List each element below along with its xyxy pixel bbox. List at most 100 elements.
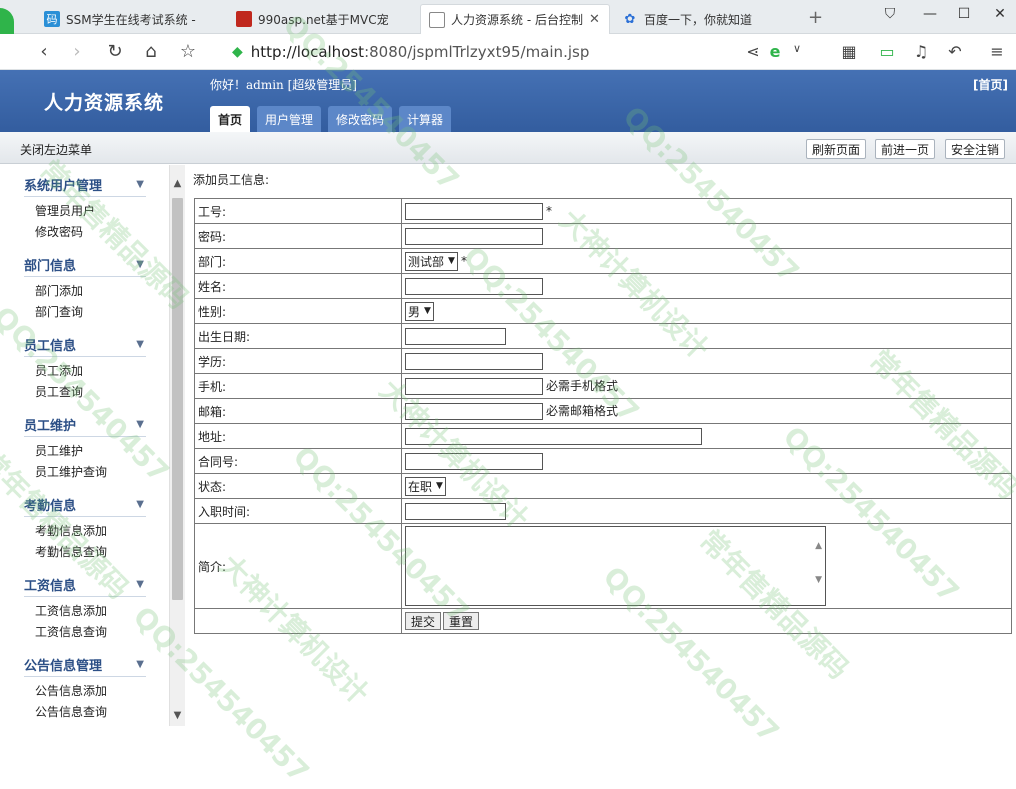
nav-tab-calculator[interactable]: 计算器 <box>399 106 452 132</box>
submit-button[interactable]: 提交 <box>405 612 442 630</box>
email-input[interactable] <box>405 403 543 420</box>
menu-item-employee-query[interactable]: 员工查询 <box>35 382 146 403</box>
apps-grid-icon[interactable]: ▦ <box>838 42 860 61</box>
chevron-down-icon: ▼ <box>424 306 431 316</box>
back-icon[interactable]: ‹ <box>33 41 55 62</box>
chevron-down-icon: ▼ <box>436 481 443 491</box>
menu-item-announcement-query[interactable]: 公告信息查询 <box>35 702 146 723</box>
menu-item-maintenance[interactable]: 员工维护 <box>35 441 146 462</box>
password-input[interactable] <box>405 227 543 245</box>
headphones-icon[interactable]: ♫ <box>910 42 932 61</box>
reload-icon[interactable]: ↻ <box>104 41 126 62</box>
browser-tab-1[interactable]: 码 SSM学生在线考试系统 - <box>36 4 222 34</box>
label-hire-date: 入职时间: <box>194 498 402 524</box>
ie-mode-icon[interactable]: e <box>764 42 786 61</box>
toggle-left-menu[interactable]: 关闭左边菜单 <box>20 141 92 158</box>
status-select[interactable]: 在职 ▼ <box>405 476 446 496</box>
secure-shield-icon: ◆ <box>232 44 243 60</box>
logout-button[interactable]: 安全注销 <box>945 139 1006 159</box>
url-field[interactable]: ◆ http://localhost:8080/jspmlTrlzyxt95/m… <box>232 39 732 65</box>
menu-group-salary: 工资信息 ▼ 工资信息添加 工资信息查询 <box>24 573 146 645</box>
home-icon[interactable]: ⌂ <box>140 41 162 62</box>
menu-icon[interactable]: ≡ <box>986 42 1008 61</box>
department-select[interactable]: 测试部 ▼ <box>405 251 458 271</box>
menu-head[interactable]: 工资信息 ▼ <box>24 573 146 597</box>
form-row-contract: 合同号: <box>194 448 1012 474</box>
scroll-up-icon[interactable]: ▲ <box>171 178 184 189</box>
browser-tab-4[interactable]: ✿ 百度一下，你就知道 <box>614 4 800 34</box>
form-row-hire-date: 入职时间: <box>194 498 1012 524</box>
education-input[interactable] <box>405 352 543 370</box>
intro-textarea[interactable]: ▲ ▼ <box>405 526 826 606</box>
scroll-down-icon[interactable]: ▼ <box>171 710 184 721</box>
menu-item-change-password[interactable]: 修改密码 <box>35 222 146 243</box>
app-title: 人力资源系统 <box>44 92 165 114</box>
menu-item-maintenance-query[interactable]: 员工维护查询 <box>35 462 146 483</box>
menu-head[interactable]: 系统用户管理 ▼ <box>24 173 146 197</box>
menu-item-salary-query[interactable]: 工资信息查询 <box>35 622 146 643</box>
menu-head[interactable]: 部门信息 ▼ <box>24 253 146 277</box>
add-employee-form: 工号: * 密码: 部门: 测试部 ▼ * 姓名: 性别: 男 ▼ 出生日期: 学历:… <box>194 198 1012 634</box>
menu-head-label: 公告信息管理 <box>24 659 103 674</box>
scroll-up-icon[interactable]: ▲ <box>815 541 822 551</box>
share-icon[interactable]: ⋖ <box>742 42 764 61</box>
menu-item-employee-add[interactable]: 员工添加 <box>35 361 146 382</box>
menu-item-announcement-add[interactable]: 公告信息添加 <box>35 681 146 702</box>
forward-page-button[interactable]: 前进一页 <box>875 139 936 159</box>
close-tab-icon[interactable]: ✕ <box>589 12 600 27</box>
contract-input[interactable] <box>405 452 543 470</box>
menu-item-department-query[interactable]: 部门查询 <box>35 302 146 323</box>
scroll-down-icon[interactable]: ▼ <box>815 575 822 585</box>
battery-icon[interactable]: ▭ <box>876 42 898 61</box>
menu-item-attendance-query[interactable]: 考勤信息查询 <box>35 542 146 563</box>
minimize-icon[interactable]: — <box>918 6 942 22</box>
emp-no-input[interactable] <box>405 202 543 220</box>
label-intro: 简介: <box>194 523 402 609</box>
new-tab-icon[interactable]: + <box>808 7 823 28</box>
form-row-emp-no: 工号: * <box>194 198 1012 224</box>
browser-tab-3-active[interactable]: 人力资源系统 - 后台控制 ✕ <box>420 4 610 34</box>
hire-date-input[interactable] <box>405 502 506 520</box>
address-input[interactable] <box>405 427 702 445</box>
birthday-input[interactable] <box>405 327 506 345</box>
label-name: 姓名: <box>194 273 402 299</box>
phone-input[interactable] <box>405 378 543 395</box>
menu-item-salary-add[interactable]: 工资信息添加 <box>35 601 146 622</box>
name-input[interactable] <box>405 277 543 295</box>
browser-tab-2[interactable]: 990asp.net基于MVC宠 <box>228 4 414 34</box>
menu-head-label: 员工维护 <box>24 419 77 434</box>
close-window-icon[interactable]: ✕ <box>988 6 1012 22</box>
url-host: http://localhost <box>250 43 365 61</box>
menu-head[interactable]: 考勤信息 ▼ <box>24 493 146 517</box>
nav-tab-home[interactable]: 首页 <box>210 106 251 132</box>
reset-button[interactable]: 重置 <box>443 612 480 630</box>
address-bar: ‹ › ↻ ⌂ ☆ ◆ http://localhost:8080/jspmlT… <box>0 34 1016 70</box>
nav-tab-change-password[interactable]: 修改密码 <box>328 106 393 132</box>
sidebar-scroll-thumb[interactable] <box>172 198 183 600</box>
gender-select[interactable]: 男 ▼ <box>405 301 434 321</box>
menu-head[interactable]: 员工信息 ▼ <box>24 333 146 357</box>
home-link[interactable]: [首页] <box>973 76 1008 93</box>
refresh-page-button[interactable]: 刷新页面 <box>806 139 867 159</box>
shirt-icon[interactable]: ⛉ <box>878 6 902 22</box>
phone-hint: 必需手机格式 <box>546 379 619 393</box>
chevron-down-icon[interactable]: ∨ <box>786 42 808 55</box>
forward-icon[interactable]: › <box>66 41 88 62</box>
menu-item-admin-users[interactable]: 管理员用户 <box>35 201 146 222</box>
form-row-department: 部门: 测试部 ▼ * <box>194 248 1012 274</box>
browser-tab-bar: 码 SSM学生在线考试系统 - 990asp.net基于MVC宠 人力资源系统 … <box>0 0 1016 48</box>
menu-group-system-users: 系统用户管理 ▼ 管理员用户 修改密码 <box>24 173 146 245</box>
menu-head[interactable]: 员工维护 ▼ <box>24 413 146 437</box>
label-address: 地址: <box>194 423 402 449</box>
maximize-icon[interactable]: ☐ <box>952 6 976 22</box>
star-icon[interactable]: ☆ <box>177 41 199 62</box>
undo-icon[interactable]: ↶ <box>944 42 966 61</box>
nav-tab-user-management[interactable]: 用户管理 <box>257 106 322 132</box>
menu-group-announcement: 公告信息管理 ▼ 公告信息添加 公告信息查询 <box>24 653 146 725</box>
label-phone: 手机: <box>194 373 402 399</box>
menu-item-attendance-add[interactable]: 考勤信息添加 <box>35 521 146 542</box>
menu-item-department-add[interactable]: 部门添加 <box>35 281 146 302</box>
form-row-phone: 手机: 必需手机格式 <box>194 373 1012 399</box>
tab-site-icon <box>236 11 252 27</box>
menu-head[interactable]: 公告信息管理 ▼ <box>24 653 146 677</box>
